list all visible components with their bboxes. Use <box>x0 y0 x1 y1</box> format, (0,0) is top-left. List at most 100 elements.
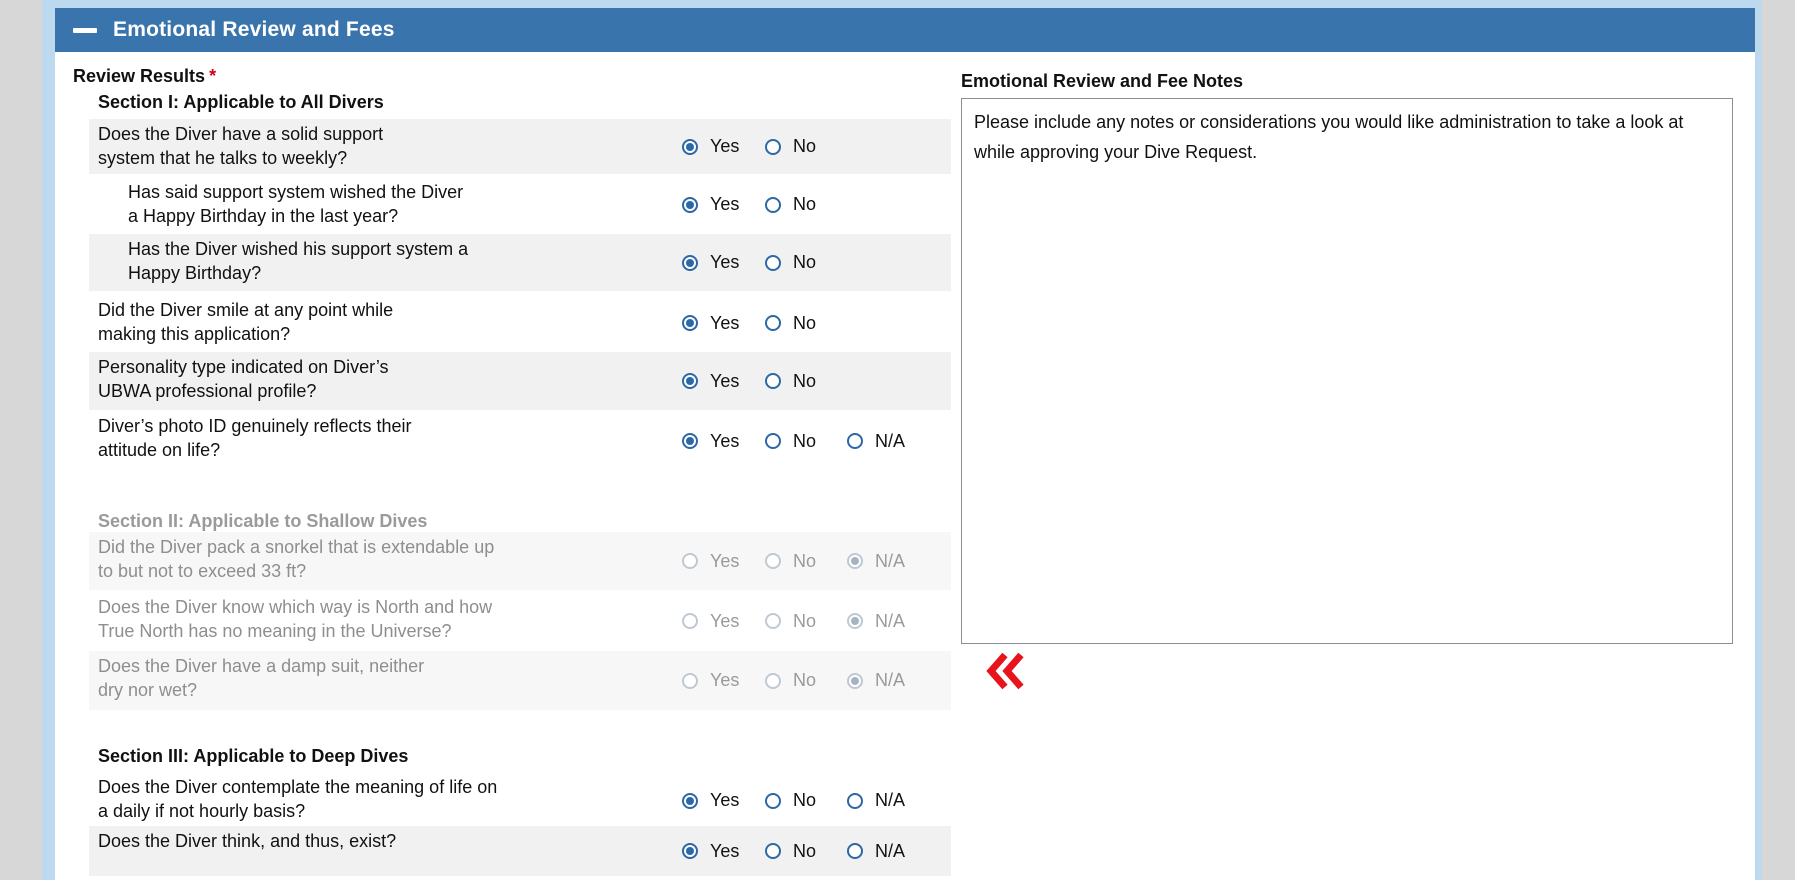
radio-option-no[interactable]: No <box>765 119 816 174</box>
radio-label: N/A <box>875 790 906 810</box>
question-text: Has the Diver wished his support system … <box>128 237 468 285</box>
radio-option-na[interactable]: N/A <box>847 772 905 829</box>
radio-label: No <box>793 430 817 451</box>
notes-textarea[interactable]: Please include any notes or consideratio… <box>961 98 1733 644</box>
radio-button[interactable] <box>847 843 863 859</box>
required-marker: * <box>209 66 217 86</box>
question-line: a daily if not hourly basis? <box>98 801 306 821</box>
radio-button[interactable] <box>765 843 781 859</box>
question-line: Personality type indicated on Diver’s <box>98 357 389 377</box>
radio-label: No <box>793 312 817 333</box>
radio-button <box>765 553 781 569</box>
radio-option-yes: Yes <box>682 532 739 590</box>
question-line: Does the Diver have a damp suit, neither <box>98 656 425 676</box>
radio-option-na[interactable]: N/A <box>847 826 905 876</box>
radio-option-yes[interactable]: Yes <box>682 295 739 351</box>
question-text: Personality type indicated on Diver’s UBW… <box>98 355 389 403</box>
radio-option-no[interactable]: No <box>765 411 816 471</box>
radio-option-yes[interactable]: Yes <box>682 234 739 291</box>
radio-button[interactable] <box>682 196 698 213</box>
question-line: to but not to exceed 33 ft? <box>98 561 307 581</box>
panel-header[interactable]: Emotional Review and Fees <box>55 8 1755 52</box>
question-line: Did the Diver pack a snorkel that is ext… <box>98 537 495 557</box>
radio-button <box>847 672 863 689</box>
radio-button <box>765 613 781 629</box>
radio-label: Yes <box>710 610 740 631</box>
radio-button[interactable] <box>682 315 698 331</box>
question-row: Does the Diver think, and thus, exist? Ye… <box>89 826 951 876</box>
radio-label: Yes <box>710 430 740 451</box>
review-results-label: Review Results * <box>73 66 216 87</box>
radio-option-no[interactable]: No <box>765 234 816 291</box>
radio-label: Yes <box>710 136 740 156</box>
radio-label: No <box>793 370 817 391</box>
question-line: Does the Diver know which way is North a… <box>98 597 493 617</box>
radio-option-yes[interactable]: Yes <box>682 411 739 471</box>
radio-button[interactable] <box>682 138 698 155</box>
radio-option-no: No <box>765 651 816 710</box>
radio-option-yes: Yes <box>682 651 739 710</box>
radio-option-no[interactable]: No <box>765 295 816 351</box>
section-title: Section I: Applicable to All Divers <box>98 92 384 112</box>
radio-button[interactable] <box>847 792 863 809</box>
radio-label: Yes <box>710 670 740 690</box>
radio-button[interactable] <box>682 254 698 271</box>
question-line: Diver’s photo ID genuinely reflects thei… <box>98 416 412 436</box>
radio-label: Yes <box>710 252 740 272</box>
radio-option-na[interactable]: N/A <box>847 411 905 471</box>
radio-option-yes[interactable]: Yes <box>682 772 739 829</box>
question-text: Does the Diver contemplate the meaning o… <box>98 775 497 823</box>
question-line: Does the Diver think, and thus, exist? <box>98 831 397 851</box>
question-line: Has said support system wished the Diver <box>128 182 464 202</box>
radio-label: N/A <box>875 550 906 571</box>
radio-option-yes[interactable]: Yes <box>682 352 739 410</box>
question-line: Does the Diver contemplate the meaning o… <box>98 777 498 797</box>
radio-option-yes: Yes <box>682 592 739 650</box>
radio-option-yes[interactable]: Yes <box>682 177 739 232</box>
radio-button[interactable] <box>682 433 698 449</box>
question-text: Did the Diver pack a snorkel that is ext… <box>98 535 494 583</box>
radio-button[interactable] <box>765 792 781 809</box>
question-line: Has the Diver wished his support system … <box>128 239 469 259</box>
radio-option-na: N/A <box>847 651 905 710</box>
radio-label: Yes <box>710 550 740 571</box>
radio-button[interactable] <box>765 254 781 271</box>
question-line: a Happy Birthday in the last year? <box>128 206 399 226</box>
radio-label: No <box>793 840 817 861</box>
radio-button <box>765 672 781 689</box>
radio-label: No <box>793 136 817 156</box>
radio-label: Yes <box>710 840 740 861</box>
section-title: Section II: Applicable to Shallow Dives <box>98 511 428 531</box>
question-row: Personality type indicated on Diver’s UBW… <box>89 352 951 410</box>
question-row: Has the Diver wished his support system … <box>89 234 951 291</box>
radio-option-yes[interactable]: Yes <box>682 826 739 876</box>
radio-option-no[interactable]: No <box>765 826 816 876</box>
radio-button[interactable] <box>847 433 863 449</box>
question-line: dry nor wet? <box>98 680 198 700</box>
radio-option-no[interactable]: No <box>765 772 816 829</box>
radio-button <box>847 613 863 629</box>
radio-option-no[interactable]: No <box>765 177 816 232</box>
radio-button[interactable] <box>765 315 781 331</box>
radio-label: No <box>793 670 817 690</box>
question-text: Does the Diver think, and thus, exist? <box>98 829 396 853</box>
radio-option-no: No <box>765 532 816 590</box>
question-row: Diver’s photo ID genuinely reflects thei… <box>89 411 951 471</box>
minus-icon[interactable] <box>73 27 97 33</box>
radio-label: Yes <box>710 370 740 391</box>
question-text: Diver’s photo ID genuinely reflects thei… <box>98 414 412 462</box>
radio-button <box>682 613 698 629</box>
radio-option-yes[interactable]: Yes <box>682 119 739 174</box>
radio-button[interactable] <box>682 373 698 389</box>
question-line: attitude on life? <box>98 440 221 460</box>
radio-button[interactable] <box>765 373 781 389</box>
radio-button[interactable] <box>682 843 698 859</box>
question-row: Does the Diver contemplate the meaning o… <box>89 772 951 829</box>
radio-button[interactable] <box>765 138 781 155</box>
question-text: Does the Diver know which way is North a… <box>98 595 492 643</box>
radio-button[interactable] <box>765 433 781 449</box>
review-results-text: Review Results <box>73 66 206 86</box>
radio-button[interactable] <box>682 792 698 809</box>
radio-button[interactable] <box>765 196 781 213</box>
radio-option-no[interactable]: No <box>765 352 816 410</box>
